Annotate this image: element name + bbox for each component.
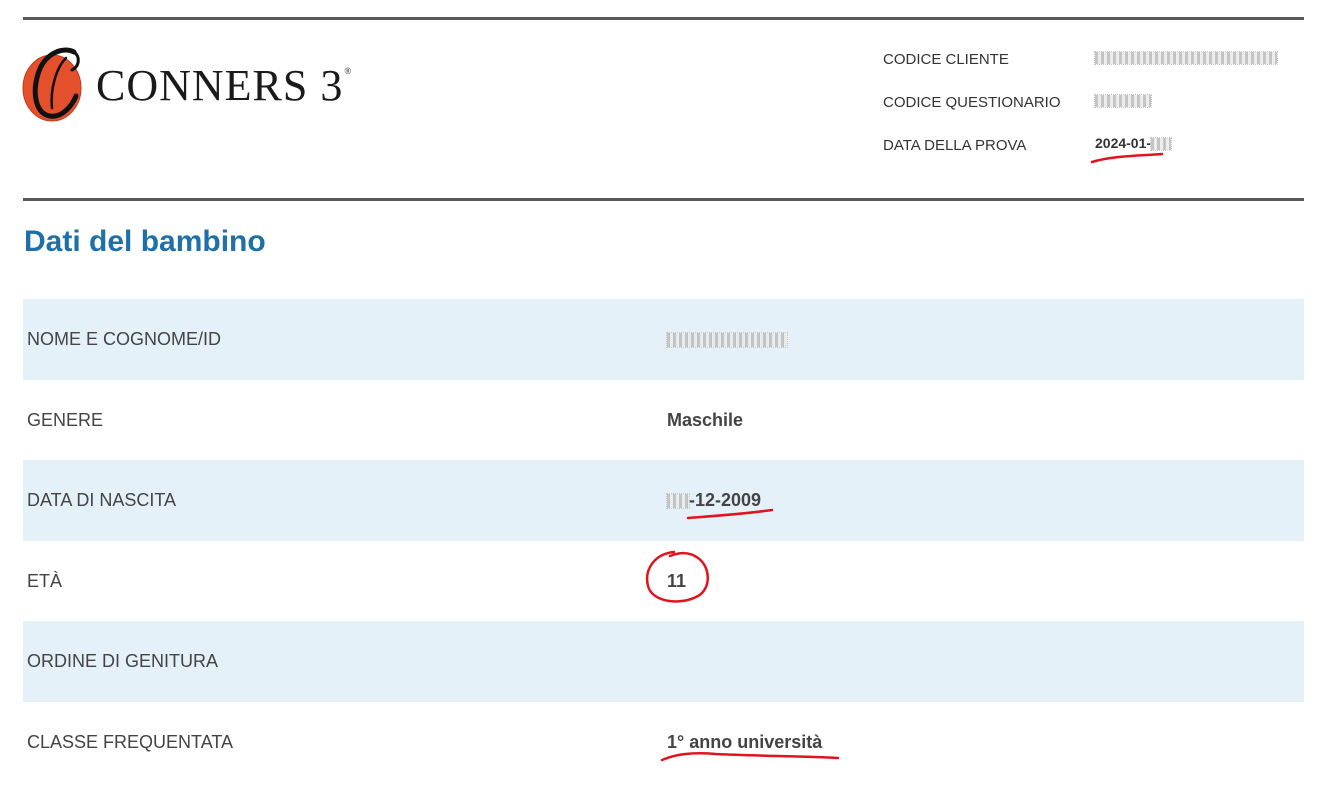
top-rule <box>23 17 1304 20</box>
underline-annotation <box>1090 152 1164 164</box>
section-title: Dati del bambino <box>24 225 266 258</box>
field-label: CLASSE FREQUENTATA <box>27 731 234 752</box>
field-value: 11 <box>667 570 687 591</box>
meta-value: 2024-01- <box>1095 135 1173 152</box>
meta-value-redacted <box>1094 92 1152 109</box>
brand-name: CONNERS 3 <box>96 61 344 110</box>
birth-date: -12-2009 <box>689 490 762 510</box>
field-label: ORDINE DI GENITURA <box>27 651 219 671</box>
test-date: 2024-01- <box>1095 135 1152 151</box>
table-row: CLASSE FREQUENTATA 1° anno università <box>23 702 1304 783</box>
field-label: ETÀ <box>27 570 63 591</box>
registered-mark: ® <box>344 66 353 76</box>
table-row: NOME E COGNOME/ID <box>23 299 1304 380</box>
field-label: DATA DI NASCITA <box>27 490 177 510</box>
conners-seal-icon <box>22 47 82 122</box>
meta-label: CODICE CLIENTE <box>883 51 1009 68</box>
table-row: ORDINE DI GENITURA <box>23 621 1304 702</box>
brand-wordmark: CONNERS 3® <box>96 60 352 111</box>
field-value: -12-2009 <box>666 490 762 511</box>
field-value: 1° anno università <box>667 731 823 752</box>
conners-logo: CONNERS 3® <box>22 44 362 126</box>
meta-value-redacted <box>1094 49 1278 66</box>
field-label: NOME E COGNOME/ID <box>27 329 222 349</box>
field-label: GENERE <box>27 409 104 430</box>
table-row: ETÀ 11 <box>23 541 1304 622</box>
bottom-rule <box>23 198 1304 201</box>
meta-label: CODICE QUESTIONARIO <box>883 94 1061 111</box>
table-row: GENERE Maschile <box>23 380 1304 461</box>
field-value-redacted <box>666 329 788 350</box>
meta-label: DATA DELLA PROVA <box>883 137 1027 154</box>
table-row: DATA DI NASCITA -12-2009 <box>23 460 1304 541</box>
child-data-table: NOME E COGNOME/ID GENERE Maschile DATA D… <box>23 299 1304 782</box>
field-value: Maschile <box>667 409 744 430</box>
